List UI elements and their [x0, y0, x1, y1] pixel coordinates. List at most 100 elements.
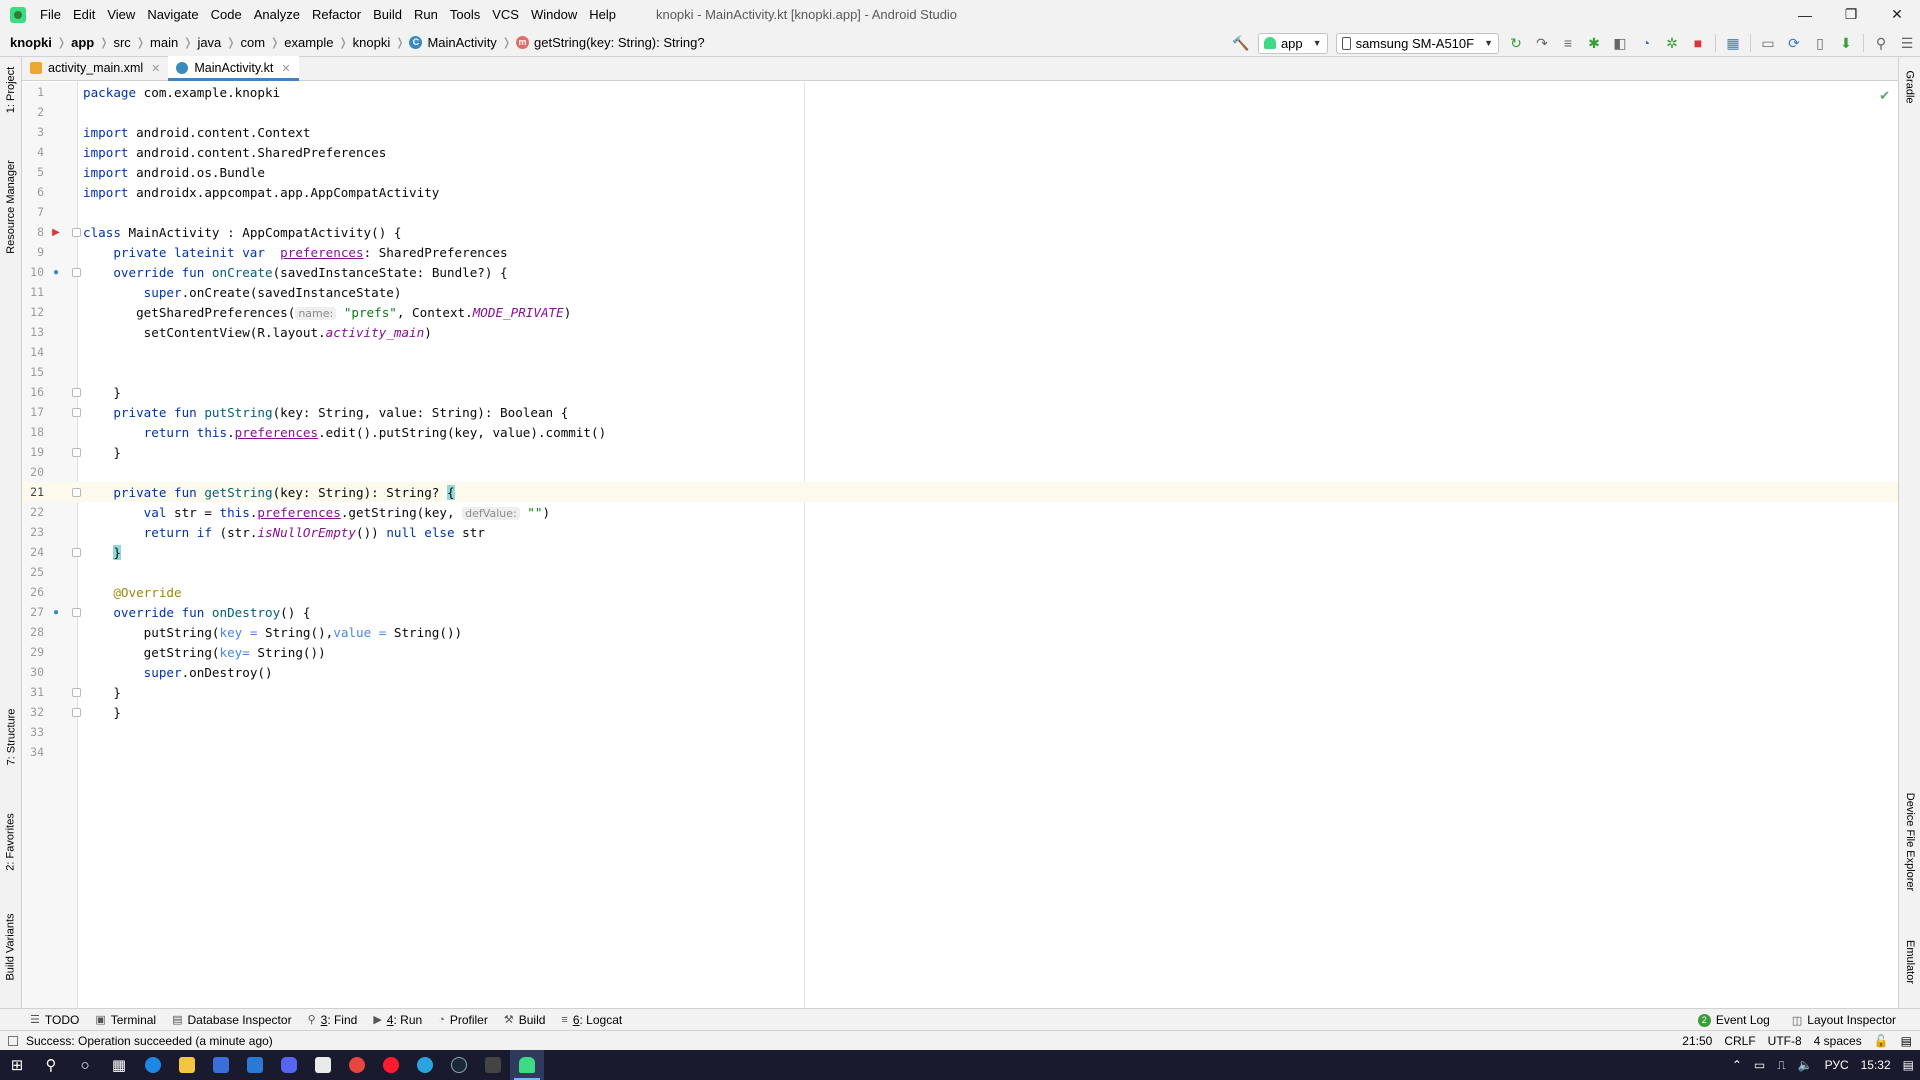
- status-message[interactable]: Success: Operation succeeded (a minute a…: [8, 1034, 273, 1048]
- windows-start-icon[interactable]: ⊞: [0, 1050, 34, 1080]
- close-icon[interactable]: ✕: [281, 62, 290, 75]
- line-number[interactable]: 7: [22, 205, 44, 219]
- breadcrumb-example[interactable]: example: [280, 35, 337, 50]
- profiler-tool-button[interactable]: ◔ Profiler: [438, 1013, 488, 1027]
- battery-icon[interactable]: ▭: [1754, 1058, 1765, 1072]
- code-line[interactable]: 26 @Override: [22, 582, 1898, 602]
- menu-edit[interactable]: Edit: [67, 0, 101, 29]
- run-config-select[interactable]: app ▼: [1257, 32, 1328, 54]
- code-editor[interactable]: ✔ 1 package com.example.knopki 2 3 import an…: [22, 82, 1898, 1008]
- line-number[interactable]: 9: [22, 245, 44, 259]
- code-line[interactable]: 4 import android.content.SharedPreference…: [22, 142, 1898, 162]
- run-class-gutter-icon[interactable]: ▶: [50, 226, 62, 238]
- chrome-icon[interactable]: [340, 1050, 374, 1080]
- line-number[interactable]: 3: [22, 125, 44, 139]
- line-number[interactable]: 15: [22, 365, 44, 379]
- code-text[interactable]: putString(key = String(),value = String(…: [83, 625, 462, 640]
- code-text[interactable]: package com.example.knopki: [83, 85, 280, 100]
- run-with-coverage-icon[interactable]: ◧: [1609, 32, 1631, 54]
- line-separator[interactable]: CRLF: [1724, 1034, 1755, 1048]
- notifications-icon[interactable]: ▤: [1903, 1058, 1914, 1072]
- breadcrumb-src[interactable]: src: [109, 35, 134, 50]
- line-number[interactable]: 10: [22, 265, 44, 279]
- terminal-tool-button[interactable]: ▣ Terminal: [95, 1013, 156, 1027]
- code-line[interactable]: 16 }: [22, 382, 1898, 402]
- store-icon[interactable]: [204, 1050, 238, 1080]
- emulator-tool-tab[interactable]: Emulator: [1899, 927, 1920, 997]
- search-icon[interactable]: ⚲: [34, 1050, 68, 1080]
- caret-position[interactable]: 21:50: [1682, 1034, 1712, 1048]
- code-line[interactable]: 18 return this.preferences.edit().putStr…: [22, 422, 1898, 442]
- code-text[interactable]: super.onDestroy(): [83, 665, 273, 680]
- discord-icon[interactable]: [272, 1050, 306, 1080]
- breadcrumb-module[interactable]: app: [67, 35, 98, 50]
- tab-main-activity-kt[interactable]: MainActivity.kt ✕: [168, 56, 299, 81]
- line-number[interactable]: 16: [22, 385, 44, 399]
- make-project-hammer-icon[interactable]: 🔨: [1230, 32, 1252, 54]
- close-icon[interactable]: ✕: [151, 62, 160, 75]
- breadcrumb-knopki[interactable]: knopki: [349, 35, 395, 50]
- code-text[interactable]: }: [83, 685, 121, 700]
- toggle-tool-windows-icon[interactable]: [8, 1035, 18, 1046]
- code-text[interactable]: getSharedPreferences(name: "prefs", Cont…: [83, 305, 571, 320]
- code-line[interactable]: 19 }: [22, 442, 1898, 462]
- avd-manager-icon[interactable]: ▭: [1757, 32, 1779, 54]
- code-text[interactable]: getString(key= String()): [83, 645, 326, 660]
- code-text[interactable]: val str = this.preferences.getString(key…: [83, 505, 550, 520]
- menu-navigate[interactable]: Navigate: [141, 0, 204, 29]
- clock[interactable]: 15:32: [1861, 1058, 1891, 1072]
- menu-analyze[interactable]: Analyze: [248, 0, 306, 29]
- edge-browser-icon[interactable]: [136, 1050, 170, 1080]
- telegram-icon[interactable]: [408, 1050, 442, 1080]
- line-number[interactable]: 2: [22, 105, 44, 119]
- code-text[interactable]: return if (str.isNullOrEmpty()) null els…: [83, 525, 485, 540]
- code-line[interactable]: 31 }: [22, 682, 1898, 702]
- menu-vcs[interactable]: VCS: [486, 0, 525, 29]
- favorites-tool-tab[interactable]: 2: Favorites: [0, 797, 22, 887]
- line-number[interactable]: 33: [22, 725, 44, 739]
- line-number[interactable]: 29: [22, 645, 44, 659]
- menu-file[interactable]: File: [34, 0, 67, 29]
- code-line[interactable]: 10 ● override fun onCreate(savedInstanceS…: [22, 262, 1898, 282]
- input-language[interactable]: РУС: [1825, 1058, 1849, 1072]
- find-tool-button[interactable]: ⚲ 3: Find: [308, 1013, 358, 1027]
- notepad-icon[interactable]: [306, 1050, 340, 1080]
- rerun-icon[interactable]: ↻: [1505, 32, 1527, 54]
- line-number[interactable]: 12: [22, 305, 44, 319]
- sync-gradle-icon[interactable]: ⟳: [1783, 32, 1805, 54]
- database-inspector-tool-button[interactable]: ▤ Database Inspector: [172, 1013, 291, 1027]
- code-line[interactable]: 15: [22, 362, 1898, 382]
- line-number[interactable]: 17: [22, 405, 44, 419]
- tab-activity-main-xml[interactable]: activity_main.xml ✕: [22, 56, 168, 80]
- code-line[interactable]: 12 getSharedPreferences(name: "prefs", C…: [22, 302, 1898, 322]
- code-line[interactable]: 23 return if (str.isNullOrEmpty()) null …: [22, 522, 1898, 542]
- code-line[interactable]: 8 ▶ class MainActivity : AppCompatActivity…: [22, 222, 1898, 242]
- maximize-button[interactable]: ❐: [1828, 0, 1874, 29]
- chevron-up-icon[interactable]: ⌃: [1732, 1058, 1742, 1072]
- code-text[interactable]: override fun onDestroy() {: [83, 605, 310, 620]
- breadcrumb-main[interactable]: main: [146, 35, 182, 50]
- line-number[interactable]: 31: [22, 685, 44, 699]
- fold-toggle-icon[interactable]: [72, 707, 81, 717]
- code-line[interactable]: 5 import android.os.Bundle: [22, 162, 1898, 182]
- code-text[interactable]: return this.preferences.edit().putString…: [83, 425, 607, 440]
- profile-icon[interactable]: ◔: [1635, 32, 1657, 54]
- device-manager-icon[interactable]: ▯: [1809, 32, 1831, 54]
- close-window-button[interactable]: ✕: [1874, 0, 1920, 29]
- fold-toggle-icon[interactable]: [72, 267, 81, 277]
- line-number[interactable]: 19: [22, 445, 44, 459]
- code-text[interactable]: }: [83, 445, 121, 460]
- line-number[interactable]: 24: [22, 545, 44, 559]
- cortana-icon[interactable]: ○: [68, 1050, 102, 1080]
- line-number[interactable]: 4: [22, 145, 44, 159]
- code-line[interactable]: 6 import androidx.appcompat.app.AppCompat…: [22, 182, 1898, 202]
- code-text[interactable]: }: [83, 705, 121, 720]
- apply-code-changes-icon[interactable]: ≡: [1557, 32, 1579, 54]
- project-tool-tab[interactable]: 1: Project: [0, 57, 22, 123]
- mail-icon[interactable]: [238, 1050, 272, 1080]
- android-studio-taskbar-icon[interactable]: [510, 1050, 544, 1080]
- line-number[interactable]: 28: [22, 625, 44, 639]
- debug-icon[interactable]: ✱: [1583, 32, 1605, 54]
- override-method-gutter-icon[interactable]: ●: [50, 266, 62, 278]
- layout-inspector-tool-button[interactable]: ◫ Layout Inspector: [1792, 1013, 1896, 1027]
